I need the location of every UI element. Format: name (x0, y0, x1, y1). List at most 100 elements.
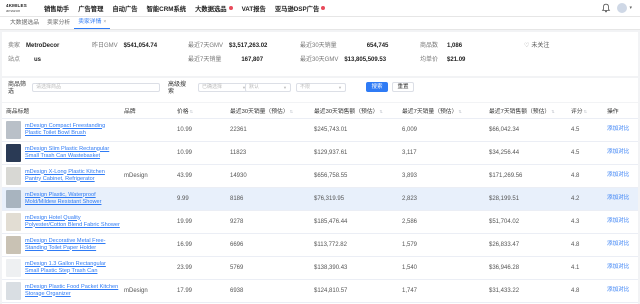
avatar[interactable] (617, 3, 628, 13)
revenue7-cell: $51,704.02 (485, 210, 567, 234)
add-compare-link[interactable]: 添加对比 (607, 241, 638, 248)
sales30-cell: 14930 (226, 164, 310, 188)
sales7-cell: 1,540 (398, 256, 485, 280)
sales30-label: 最近30天销量 (300, 43, 337, 49)
gmv7-cell: 最近7天GMV $3,517,263.02 (188, 40, 267, 49)
rating-cell: 4.3 (567, 210, 603, 234)
product-title-link[interactable]: mDesign X-Long Plastic Kitchen Pantry Ca… (25, 169, 120, 183)
column-header[interactable]: 最近7天销售额（预估）⇅ (485, 103, 567, 119)
column-header[interactable]: 最近7天销量（预估）⇅ (398, 103, 485, 119)
product-filter-label: 商品筛选 (8, 82, 27, 95)
add-compare-link[interactable]: 添加对比 (607, 149, 638, 156)
product-table: 商品标题 品牌 价格⇅ 最近30天销量（预估）⇅ 最近30天销售额（预估）⇅ 最近7天销量… (2, 103, 638, 304)
price-cell: 10.99 (173, 141, 226, 165)
nav-item[interactable]: 智能CRM系统 (147, 4, 187, 13)
gmv-cell: 昨日GMV $541,054.74 (92, 40, 157, 49)
sales30-cell: 8186 (226, 187, 310, 211)
tab-2[interactable]: 卖家详情 × (74, 16, 111, 29)
revenue7-cell: $31,433.22 (485, 279, 567, 303)
follow-button[interactable]: ♡ 未关注 (524, 40, 549, 49)
add-compare-link[interactable]: 添加对比 (607, 195, 638, 202)
brand-cell: mDesign (120, 279, 173, 303)
select-filter-1[interactable]: 已确选择▼ (198, 83, 250, 92)
close-icon[interactable]: × (103, 19, 106, 25)
rating-cell: 4.8 (567, 233, 603, 257)
product-title-link[interactable]: mDesign Plastic, Waterproof Mold/Mildew … (25, 192, 120, 206)
follow-label: 未关注 (531, 43, 550, 49)
add-compare-link[interactable]: 添加对比 (607, 287, 638, 294)
sales7-cell: 1,747 (398, 279, 485, 303)
product-thumbnail[interactable] (6, 258, 21, 277)
sort-icon[interactable]: ⇅ (551, 109, 554, 114)
table-row: mDesign X-Long Plastic Kitchen Pantry Ca… (2, 164, 638, 188)
product-title-link[interactable]: mDesign Slim Plastic Rectangular Small T… (25, 146, 120, 160)
price-value: $21.09 (447, 57, 466, 63)
product-thumbnail[interactable] (6, 143, 21, 162)
product-thumbnail[interactable] (6, 235, 21, 254)
column-header[interactable]: 最近30天销量（预估）⇅ (226, 103, 310, 119)
add-compare-link[interactable]: 添加对比 (607, 126, 638, 133)
tab-1[interactable]: 卖家分析 (43, 17, 74, 29)
rating-cell: 4.8 (567, 164, 603, 188)
reset-button[interactable]: 重置 (392, 82, 414, 92)
seller-cell: 卖家 MetroDecor (8, 40, 59, 49)
product-title-link[interactable]: mDesign Hotel Quality Polyester/Cotton B… (25, 215, 120, 229)
search-button[interactable]: 搜索 (366, 82, 388, 92)
table-row: mDesign Decorative Metal Free-Standing T… (2, 233, 638, 257)
product-thumbnail[interactable] (6, 281, 21, 300)
product-thumbnail[interactable] (6, 212, 21, 231)
revenue30-cell: $113,772.82 (310, 233, 398, 257)
add-compare-link[interactable]: 添加对比 (607, 218, 638, 225)
sort-icon[interactable]: ⇅ (290, 109, 293, 114)
chevron-down-icon[interactable]: ▾ (629, 5, 632, 11)
nav-item[interactable]: 广告管理 (78, 4, 103, 13)
nav-item-label: 亚马逊DSP广告 (274, 5, 320, 13)
sort-icon[interactable]: ⇅ (379, 109, 382, 114)
seller-label: 卖家 (8, 43, 21, 49)
nav-item[interactable]: 自动广告 (112, 4, 137, 13)
product-filter-input[interactable]: 请选择商品 (32, 83, 160, 92)
title-cell: mDesign Decorative Metal Free-Standing T… (2, 233, 120, 257)
sort-icon[interactable]: ⇅ (190, 109, 193, 114)
revenue30-cell: $245,743.01 (310, 118, 398, 142)
select-filter-2[interactable]: 默认 ▼ (245, 83, 291, 92)
sort-icon[interactable]: ⇅ (584, 109, 587, 114)
revenue7-cell: $66,042.34 (485, 118, 567, 142)
title-cell: mDesign 1.3 Gallon Rectangular Small Pla… (2, 256, 120, 280)
select-filter-3[interactable]: 不限 ▼ (296, 83, 346, 92)
products-value: 1,086 (447, 43, 463, 49)
tab-label: 大数据选品 (10, 20, 39, 26)
product-thumbnail[interactable] (6, 189, 21, 208)
bell-icon[interactable] (601, 3, 611, 13)
product-thumbnail[interactable] (6, 166, 21, 185)
column-header: 品牌 (120, 103, 173, 119)
brand-logo[interactable]: 4KMILES amazon (6, 0, 36, 17)
gmv7-label: 最近7天GMV (188, 43, 224, 49)
column-header[interactable]: 价格⇅ (173, 103, 226, 119)
product-title-link[interactable]: mDesign Plastic Food Packet Kitchen Stor… (25, 284, 120, 298)
column-header[interactable]: 最近30天销售额（预估）⇅ (310, 103, 398, 119)
sort-icon[interactable]: ⇅ (458, 109, 461, 114)
revenue7-cell: $26,833.47 (485, 233, 567, 257)
nav-item[interactable]: 大数据选品 (195, 4, 233, 13)
nav-item[interactable]: VAT报告 (242, 4, 266, 13)
product-title-link[interactable]: mDesign Decorative Metal Free-Standing T… (25, 238, 120, 252)
add-compare-link[interactable]: 添加对比 (607, 172, 638, 179)
product-title-link[interactable]: mDesign 1.3 Gallon Rectangular Small Pla… (25, 261, 120, 275)
column-header[interactable]: 评分⇅ (567, 103, 603, 119)
sales30-cell: 5769 (226, 256, 310, 280)
add-compare-link[interactable]: 添加对比 (607, 264, 638, 271)
tab-0[interactable]: 大数据选品 (6, 17, 43, 29)
rating-cell: 4.5 (567, 141, 603, 165)
brand-cell (120, 256, 173, 280)
nav-item[interactable]: 销售助手 (44, 4, 69, 13)
site-value: us (34, 57, 42, 63)
product-title-link[interactable]: mDesign Compact Freestanding Plastic Toi… (25, 123, 120, 137)
product-thumbnail[interactable] (6, 120, 21, 139)
product-title-wrap: mDesign Plastic Food Packet Kitchen Stor… (6, 281, 120, 300)
price-cell: 10.99 (173, 118, 226, 142)
table-row: mDesign Plastic, Waterproof Mold/Mildew … (2, 187, 638, 211)
column-header-label: 最近7天销量（预估） (402, 108, 458, 115)
table-row: mDesign Hotel Quality Polyester/Cotton B… (2, 210, 638, 234)
nav-item[interactable]: 亚马逊DSP广告 (274, 4, 326, 13)
